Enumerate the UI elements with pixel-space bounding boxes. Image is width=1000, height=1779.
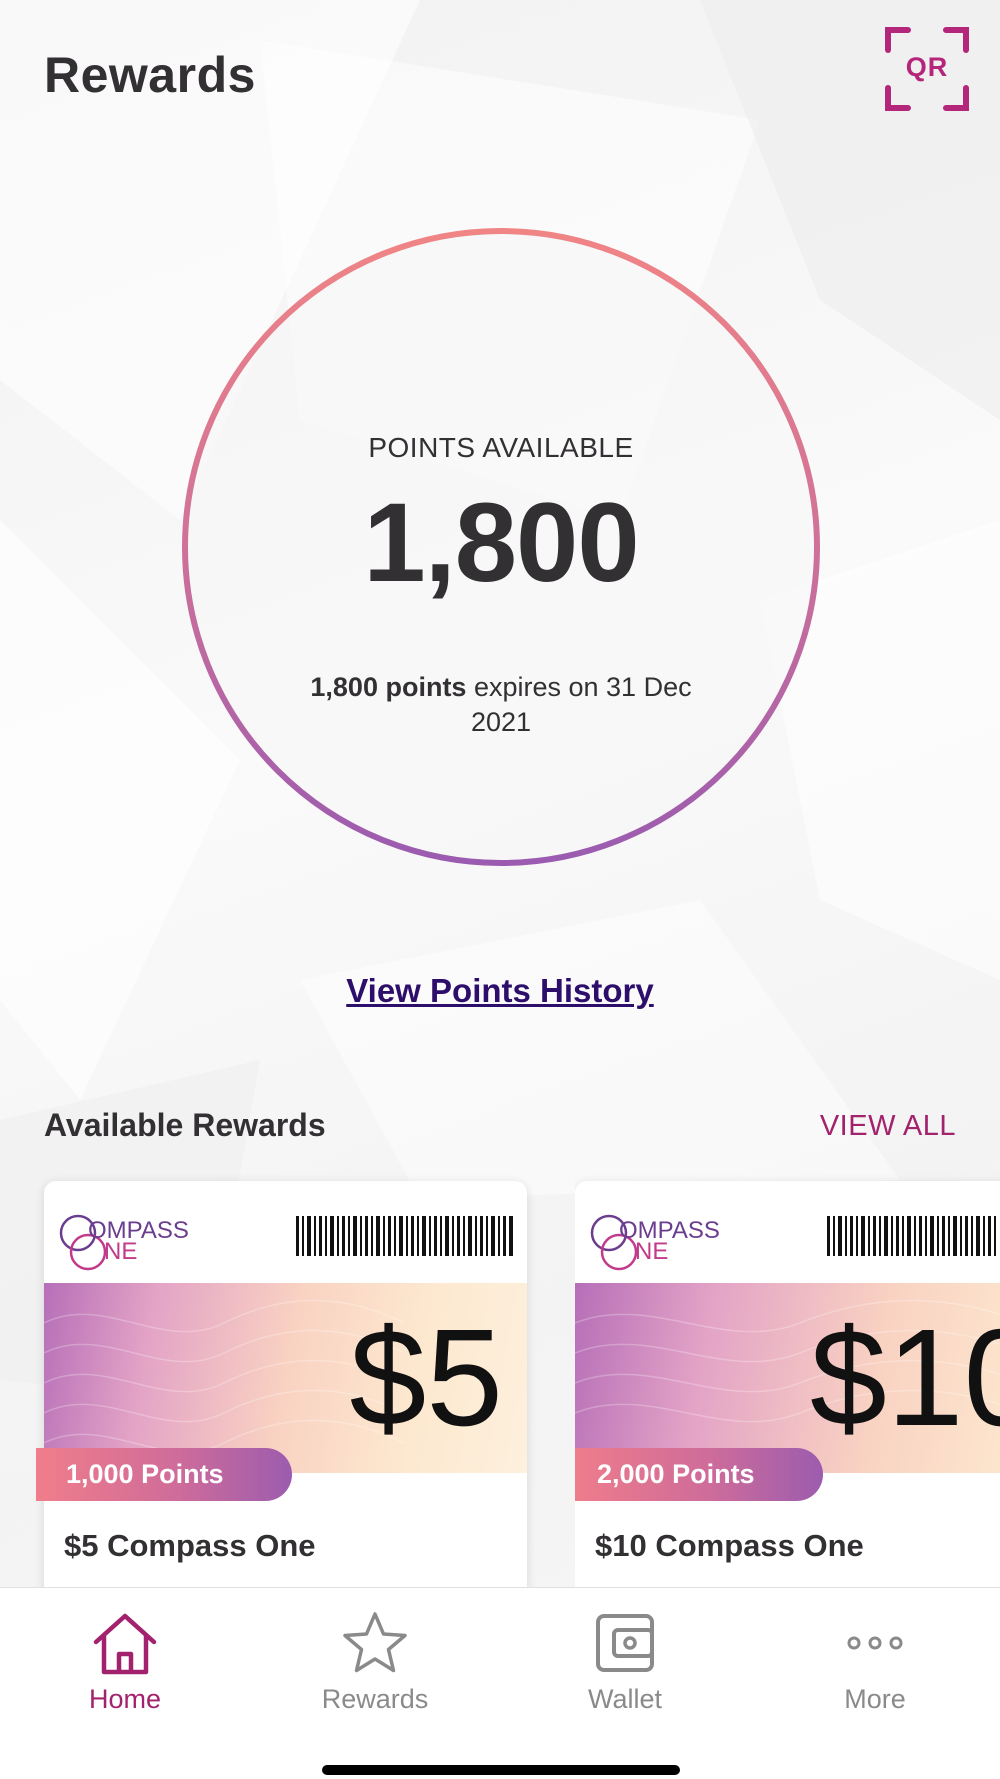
qr-scan-button[interactable]: QR xyxy=(884,26,970,112)
tab-wallet-label: Wallet xyxy=(587,1684,662,1714)
points-available-label: POINTS AVAILABLE xyxy=(368,432,634,463)
points-cost-badge: 1,000 Points xyxy=(36,1448,292,1501)
home-indicator-bar xyxy=(322,1765,680,1775)
points-available-value: 1,800 xyxy=(363,480,639,605)
star-icon xyxy=(343,1612,407,1673)
voucher-banner: $5 xyxy=(44,1283,527,1473)
points-expiry-text: 1,800 points expires on 31 Dec 2021 xyxy=(280,670,722,740)
page-title: Rewards xyxy=(44,47,256,103)
reward-title: $10 Compass One xyxy=(595,1528,864,1563)
wallet-icon xyxy=(596,1614,654,1672)
expiry-points-amount: 1,800 points xyxy=(310,672,467,702)
voucher-amount: $10 xyxy=(810,1301,1000,1455)
tab-rewards[interactable]: Rewards xyxy=(250,1588,500,1738)
points-summary-ring: POINTS AVAILABLE 1,800 1,800 points expi… xyxy=(180,226,822,868)
barcode-graphic xyxy=(827,1216,996,1256)
voucher-amount: $5 xyxy=(349,1301,504,1455)
reward-card-10-voucher[interactable]: OMPASS NE $1 2,000 Points $10 Compass On… xyxy=(575,1181,1000,1601)
qr-label: QR xyxy=(905,52,949,82)
points-cost-badge: 2,000 Points xyxy=(575,1448,823,1501)
view-points-history-link[interactable]: View Points History xyxy=(0,972,1000,1010)
barcode-graphic xyxy=(296,1216,513,1256)
bottom-tab-bar: Home Rewards Wallet More xyxy=(0,1587,1000,1779)
tab-home[interactable]: Home xyxy=(0,1588,250,1738)
logo-text-line2: NE xyxy=(104,1238,137,1265)
voucher-banner: $10 xyxy=(575,1283,1000,1473)
compass-one-logo: OMPASS NE xyxy=(590,1214,720,1271)
tab-rewards-label: Rewards xyxy=(321,1684,429,1714)
tab-wallet[interactable]: Wallet xyxy=(500,1588,750,1738)
more-dots-icon xyxy=(847,1636,903,1650)
expiry-date-text: expires on 31 Dec 2021 xyxy=(470,672,692,737)
reward-card-clip: OMPASS NE $1 2,000 Points $10 Compass On… xyxy=(575,1170,1000,1610)
tab-more-label: More xyxy=(844,1684,906,1714)
reward-card-5-voucher[interactable]: OMPASS NE $5 1,000 Points $5 Compass One xyxy=(36,1181,527,1601)
reward-title: $5 Compass One xyxy=(64,1528,316,1563)
tab-home-label: Home xyxy=(88,1684,162,1714)
view-all-rewards-link[interactable]: VIEW ALL xyxy=(790,1110,956,1143)
logo-text-line2: NE xyxy=(635,1238,668,1265)
compass-one-logo: OMPASS NE xyxy=(59,1214,189,1271)
tab-more[interactable]: More xyxy=(750,1588,1000,1738)
home-icon xyxy=(93,1613,157,1675)
available-rewards-heading: Available Rewards xyxy=(44,1107,326,1143)
